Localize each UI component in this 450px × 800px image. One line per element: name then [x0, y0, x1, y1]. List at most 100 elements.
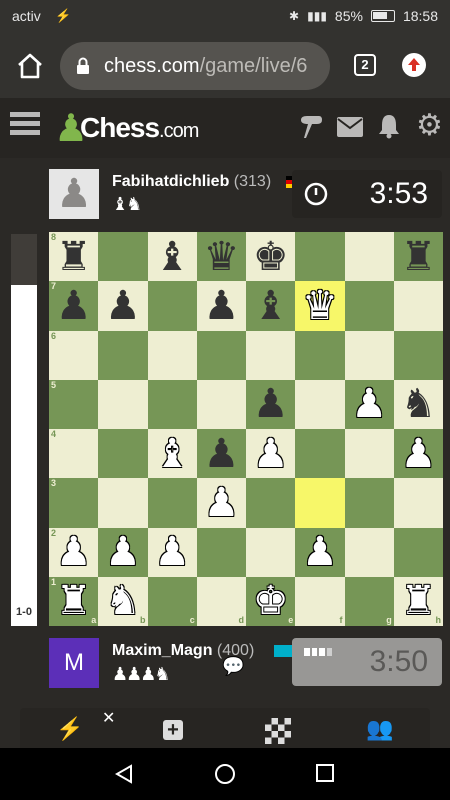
recents-icon[interactable] [316, 764, 334, 782]
square-b2[interactable]: ♟ [98, 527, 148, 577]
bell-icon[interactable] [377, 113, 401, 139]
square-c4[interactable]: ♝ [147, 429, 197, 479]
square-c7[interactable] [147, 281, 197, 331]
square-b1[interactable]: b ♞ [98, 576, 148, 626]
square-g8[interactable] [344, 232, 394, 282]
square-h1[interactable]: h ♜ [393, 576, 443, 626]
black-pawn-icon[interactable]: ♟ [56, 286, 92, 326]
square-a2[interactable]: 2 ♟ [49, 527, 99, 577]
white-pawn-icon[interactable]: ♟ [400, 434, 436, 474]
square-e1[interactable]: e ♚ [246, 576, 296, 626]
white-bishop-icon[interactable]: ♝ [154, 434, 190, 474]
square-g3[interactable] [344, 478, 394, 528]
black-rook-icon[interactable]: ♜ [400, 237, 436, 277]
square-d3[interactable]: ♟ [196, 478, 246, 528]
square-h8[interactable]: ♜ [393, 232, 443, 282]
square-g1[interactable]: g [344, 576, 394, 626]
square-a8[interactable]: 8 ♜ [49, 232, 99, 282]
square-d8[interactable]: ♛ [196, 232, 246, 282]
white-pawn-icon[interactable]: ♟ [203, 483, 239, 523]
square-b3[interactable] [98, 478, 148, 528]
square-d1[interactable]: d [196, 576, 246, 626]
square-b5[interactable] [98, 379, 148, 429]
square-c6[interactable] [147, 330, 197, 380]
avatar[interactable]: ♟ [49, 169, 99, 219]
black-pawn-icon[interactable]: ♟ [203, 286, 239, 326]
white-pawn-icon[interactable]: ♟ [154, 532, 190, 572]
square-f7[interactable]: ♛ [295, 281, 345, 331]
black-pawn-icon[interactable]: ♟ [253, 384, 289, 424]
square-f3[interactable] [295, 478, 345, 528]
square-a5[interactable]: 5 [49, 379, 99, 429]
home-circle-icon[interactable] [214, 763, 236, 785]
square-h7[interactable] [393, 281, 443, 331]
square-a4[interactable]: 4 [49, 429, 99, 479]
gear-icon[interactable]: ⚙ [416, 108, 443, 143]
square-c1[interactable]: c [147, 576, 197, 626]
black-rook-icon[interactable]: ♜ [56, 237, 92, 277]
white-rook-icon[interactable]: ♜ [400, 581, 436, 621]
home-icon[interactable] [16, 52, 44, 80]
top-player-name[interactable]: Fabihatdichlieb (313) [112, 173, 271, 191]
square-e8[interactable]: ♚ [246, 232, 296, 282]
mail-icon[interactable] [336, 116, 364, 138]
black-pawn-icon[interactable]: ♟ [203, 434, 239, 474]
black-king-icon[interactable]: ♚ [253, 237, 289, 277]
messages-icon[interactable] [298, 114, 324, 140]
close-icon[interactable]: ✕ [102, 708, 115, 728]
white-knight-icon[interactable]: ♞ [105, 581, 141, 621]
square-f6[interactable] [295, 330, 345, 380]
square-c8[interactable]: ♝ [147, 232, 197, 282]
square-e3[interactable] [246, 478, 296, 528]
back-icon[interactable] [114, 764, 134, 784]
black-queen-icon[interactable]: ♛ [203, 237, 239, 277]
white-pawn-icon[interactable]: ♟ [351, 384, 387, 424]
square-c5[interactable] [147, 379, 197, 429]
lightning-icon[interactable]: ⚡ [50, 716, 90, 746]
square-f1[interactable]: f [295, 576, 345, 626]
white-pawn-icon[interactable]: ♟ [105, 532, 141, 572]
square-a7[interactable]: 7 ♟ [49, 281, 99, 331]
square-f5[interactable] [295, 379, 345, 429]
black-knight-icon[interactable]: ♞ [400, 384, 436, 424]
square-b6[interactable] [98, 330, 148, 380]
square-g2[interactable] [344, 527, 394, 577]
square-b7[interactable]: ♟ [98, 281, 148, 331]
square-f8[interactable] [295, 232, 345, 282]
black-pawn-icon[interactable]: ♟ [105, 286, 141, 326]
white-queen-icon[interactable]: ♛ [302, 286, 338, 326]
square-e7[interactable]: ♝ [246, 281, 296, 331]
square-a1[interactable]: 1 a ♜ [49, 576, 99, 626]
square-h4[interactable]: ♟ [393, 429, 443, 479]
black-bishop-icon[interactable]: ♝ [154, 237, 190, 277]
square-f2[interactable]: ♟ [295, 527, 345, 577]
square-e2[interactable] [246, 527, 296, 577]
square-d7[interactable]: ♟ [196, 281, 246, 331]
square-b4[interactable] [98, 429, 148, 479]
square-g4[interactable] [344, 429, 394, 479]
square-a6[interactable]: 6 [49, 330, 99, 380]
avatar[interactable]: M [49, 638, 99, 688]
hamburger-icon[interactable] [10, 112, 40, 142]
white-king-icon[interactable]: ♚ [253, 581, 289, 621]
site-logo[interactable]: Chess.com [80, 112, 199, 144]
square-g7[interactable] [344, 281, 394, 331]
black-bishop-icon[interactable]: ♝ [253, 286, 289, 326]
square-f4[interactable] [295, 429, 345, 479]
square-d6[interactable] [196, 330, 246, 380]
square-d2[interactable] [196, 527, 246, 577]
white-pawn-icon[interactable]: ♟ [302, 532, 338, 572]
square-h6[interactable] [393, 330, 443, 380]
square-g5[interactable]: ♟ [344, 379, 394, 429]
square-e4[interactable]: ♟ [246, 429, 296, 479]
url-bar[interactable]: chess.com/game/live/6 [60, 42, 330, 90]
square-a3[interactable]: 3 [49, 478, 99, 528]
square-h2[interactable] [393, 527, 443, 577]
tabs-icon[interactable]: 2 [354, 54, 376, 76]
square-h3[interactable] [393, 478, 443, 528]
square-c2[interactable]: ♟ [147, 527, 197, 577]
square-g6[interactable] [344, 330, 394, 380]
square-e5[interactable]: ♟ [246, 379, 296, 429]
white-pawn-icon[interactable]: ♟ [253, 434, 289, 474]
board-icon[interactable] [258, 716, 298, 746]
